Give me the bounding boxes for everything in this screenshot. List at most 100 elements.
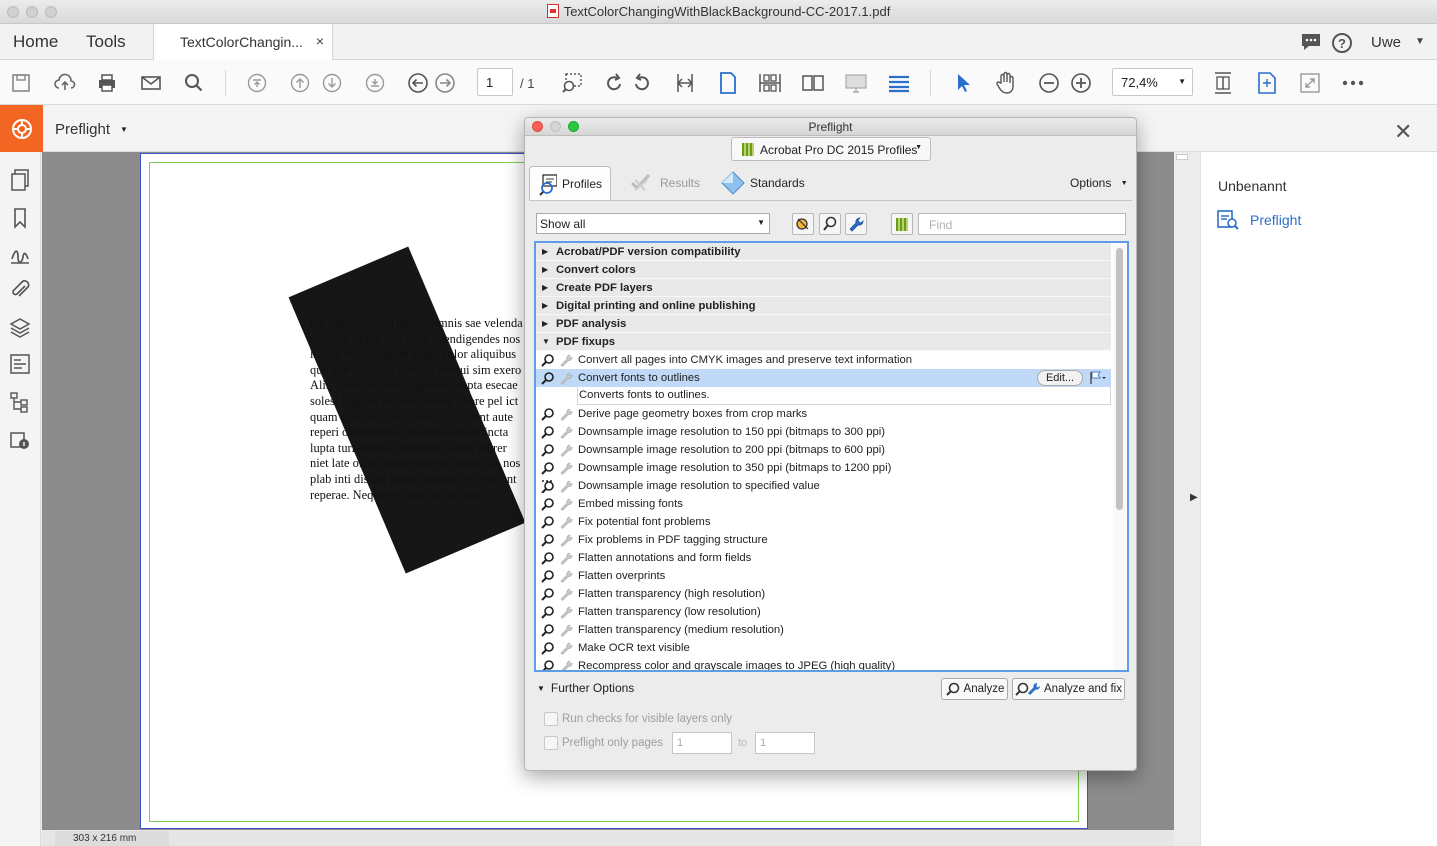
search-icon[interactable] [182, 71, 206, 95]
scroll-indicator[interactable] [1176, 154, 1188, 160]
two-page-icon[interactable] [801, 71, 825, 95]
fixup-item[interactable]: Convert all pages into CMYK images and p… [536, 351, 1111, 369]
fixup-item[interactable]: Flatten overprints [536, 567, 1111, 585]
chevron-down-icon[interactable]: ▼ [120, 125, 128, 134]
expand-triangle-icon[interactable]: ▶ [542, 261, 548, 279]
tab-document[interactable]: TextColorChangin... × [153, 24, 333, 60]
page-thumbnails-icon[interactable] [8, 168, 32, 192]
right-panel-preflight-link[interactable]: Preflight [1216, 209, 1301, 231]
fixup-item[interactable]: Downsample image resolution to 200 ppi (… [536, 441, 1111, 459]
fixup-item[interactable]: Make OCR text visible [536, 639, 1111, 657]
marquee-zoom-icon[interactable] [560, 71, 584, 95]
expand-triangle-icon[interactable]: ▶ [542, 279, 548, 297]
show-checks-filter-icon[interactable] [819, 213, 841, 235]
tab-results[interactable]: Results [621, 166, 708, 200]
select-arrow-icon[interactable] [951, 71, 975, 95]
fixup-item[interactable]: Recompress color and grayscale images to… [536, 657, 1111, 670]
profile-set-dropdown[interactable]: Acrobat Pro DC 2015 Profiles ▼ [731, 137, 931, 161]
tree-group-expanded[interactable]: ▼ PDF fixups [536, 333, 1111, 351]
expand-right-panel-icon[interactable]: ▶ [1190, 492, 1198, 503]
rotate-clockwise-icon[interactable] [602, 71, 626, 95]
fit-width-icon[interactable] [1211, 71, 1235, 95]
fixup-item[interactable]: Fix potential font problems [536, 513, 1111, 531]
library-filter-icon[interactable] [891, 213, 913, 235]
zoom-level-dropdown[interactable]: 72,4% ▼ [1112, 68, 1193, 96]
further-options-toggle[interactable]: ▼ Further Options [537, 681, 634, 695]
close-tool-icon[interactable]: ✕ [1394, 119, 1412, 145]
save-icon[interactable] [9, 71, 33, 95]
full-screen-icon[interactable] [1298, 71, 1322, 95]
tool-name-menu[interactable]: Preflight [55, 121, 110, 138]
fixup-item[interactable]: Derive page geometry boxes from crop mar… [536, 405, 1111, 423]
show-fixups-filter-icon[interactable] [845, 213, 867, 235]
fixup-item[interactable]: Downsample image resolution to specified… [536, 477, 1111, 495]
more-options-icon[interactable] [1341, 71, 1365, 95]
zoom-in-icon[interactable] [1069, 71, 1093, 95]
layers-icon[interactable] [8, 316, 32, 340]
next-page-icon[interactable] [320, 71, 344, 95]
fixup-item[interactable]: Flatten transparency (medium resolution) [536, 621, 1111, 639]
filter-dropdown[interactable]: Show all ▼ [536, 213, 770, 234]
tab-standards[interactable]: Standards [713, 166, 813, 200]
expand-triangle-icon[interactable]: ▶ [542, 243, 548, 261]
tab-home[interactable]: Home [13, 32, 58, 52]
page-from-input[interactable]: 1 [672, 732, 732, 754]
rotate-counterclockwise-icon[interactable] [630, 71, 654, 95]
tree-group[interactable]: ▶ Digital printing and online publishing [536, 297, 1111, 315]
pages-only-checkbox[interactable] [544, 736, 558, 750]
comment-icon[interactable] [1300, 32, 1322, 52]
page-number-input[interactable]: 1 [477, 68, 513, 96]
show-profiles-filter-icon[interactable] [792, 213, 814, 235]
tab-tools[interactable]: Tools [86, 32, 126, 52]
analyze-button[interactable]: Analyze [941, 678, 1008, 700]
user-menu-chevron-icon[interactable]: ▼ [1415, 36, 1425, 47]
fixup-item[interactable]: Flatten transparency (low resolution) [536, 603, 1111, 621]
accessibility-checker-icon[interactable] [8, 428, 32, 452]
print-icon[interactable] [95, 71, 119, 95]
fixup-item[interactable]: Downsample image resolution to 150 ppi (… [536, 423, 1111, 441]
find-input[interactable]: Find [918, 213, 1126, 235]
presentation-icon[interactable] [844, 71, 868, 95]
tree-group[interactable]: ▶ Convert colors [536, 261, 1111, 279]
signature-icon[interactable] [8, 242, 32, 266]
fixup-item[interactable]: Embed missing fonts [536, 495, 1111, 513]
forward-icon[interactable] [433, 71, 457, 95]
help-icon[interactable]: ? [1331, 32, 1353, 54]
fit-page-icon[interactable] [1255, 71, 1279, 95]
visible-layers-checkbox[interactable] [544, 712, 558, 726]
analyze-and-fix-button[interactable]: Analyze and fix [1012, 678, 1125, 700]
tags-tree-icon[interactable] [8, 390, 32, 414]
hand-tool-icon[interactable] [994, 71, 1018, 95]
zoom-out-icon[interactable] [1037, 71, 1061, 95]
flag-dropdown-icon[interactable] [1089, 371, 1107, 385]
page-grid-icon[interactable] [758, 71, 782, 95]
previous-page-icon[interactable] [288, 71, 312, 95]
fixup-item[interactable]: Fix problems in PDF tagging structure [536, 531, 1111, 549]
tree-scrollbar-thumb[interactable] [1116, 248, 1123, 510]
fixup-item[interactable]: Downsample image resolution to 350 ppi (… [536, 459, 1111, 477]
expand-triangle-icon[interactable]: ▶ [542, 297, 548, 315]
bookmark-icon[interactable] [8, 206, 32, 230]
edit-button[interactable]: Edit... [1037, 370, 1083, 386]
user-name[interactable]: Uwe [1371, 34, 1401, 51]
scrolling-mode-icon[interactable] [887, 71, 911, 95]
tree-group[interactable]: ▶ Create PDF layers [536, 279, 1111, 297]
expand-triangle-icon[interactable]: ▶ [542, 315, 548, 333]
options-menu[interactable]: Options ▼ [1070, 176, 1128, 190]
attachment-icon[interactable] [8, 278, 32, 302]
page-to-input[interactable]: 1 [755, 732, 815, 754]
preflight-tool-icon[interactable] [0, 105, 43, 152]
tree-group[interactable]: ▶ PDF analysis [536, 315, 1111, 333]
fixup-item[interactable]: Flatten annotations and form fields [536, 549, 1111, 567]
fixup-item-selected[interactable]: Convert fonts to outlines Edit... [536, 369, 1111, 387]
close-tab-icon[interactable]: × [316, 33, 324, 49]
tree-group[interactable]: ▶ Acrobat/PDF version compatibility [536, 243, 1111, 261]
mail-icon[interactable] [139, 71, 163, 95]
last-page-icon[interactable] [363, 71, 387, 95]
upload-cloud-icon[interactable] [53, 71, 77, 95]
fixup-item[interactable]: Flatten transparency (high resolution) [536, 585, 1111, 603]
fit-page-height-icon[interactable] [673, 71, 697, 95]
first-page-icon[interactable] [245, 71, 269, 95]
single-page-icon[interactable] [716, 71, 740, 95]
content-icon[interactable] [8, 352, 32, 376]
